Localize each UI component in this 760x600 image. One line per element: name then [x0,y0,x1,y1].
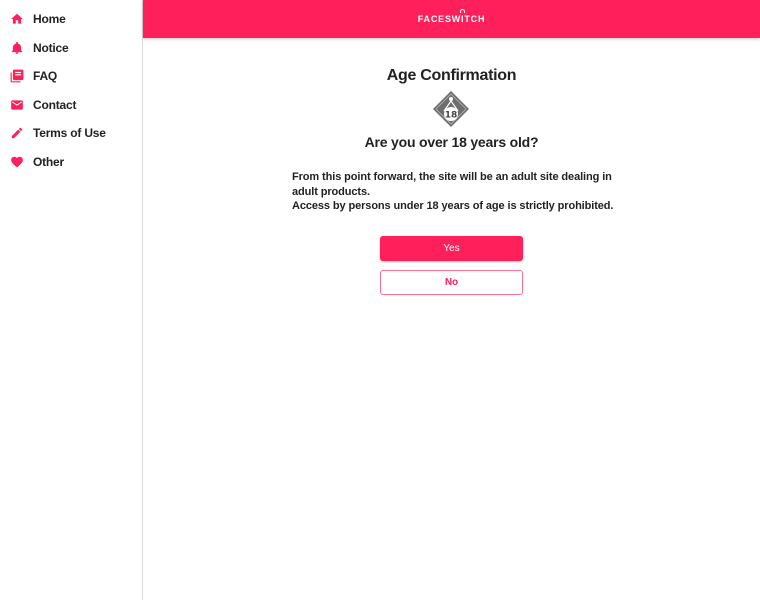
age-18-icon: 18 [433,91,469,127]
bell-icon [10,41,24,55]
age-badge-text: 18 [445,111,458,121]
pencil-icon [10,126,24,140]
age-confirmation-panel: Age Confirmation 18 Are you over 18 year… [143,38,760,600]
mail-icon [10,98,24,112]
notice-line-2: Access by persons under 18 years of age … [292,200,614,212]
logo[interactable]: FACESWITCH [417,9,486,24]
sidebar-item-label: FAQ [33,69,58,84]
sidebar-item-label: Contact [33,97,77,112]
home-icon [10,12,24,26]
sidebar-item-home[interactable]: Home [0,5,142,34]
adult-notice: From this point forward, the site will b… [292,170,622,214]
heart-icon [10,155,24,169]
sidebar-item-label: Notice [33,40,69,55]
age-question: Are you over 18 years old? [364,134,539,150]
header: FACESWITCH [143,0,760,38]
no-button[interactable]: No [380,270,523,295]
notice-line-1: From this point forward, the site will b… [292,171,612,198]
logo-text: FACESWITCH [417,14,486,24]
wifi-dot-icon [459,9,465,13]
sidebar-item-contact[interactable]: Contact [0,91,142,120]
sidebar-item-other[interactable]: Other [0,148,142,177]
sidebar-item-label: Other [33,154,65,169]
book-icon [10,69,24,83]
sidebar: Home Notice FAQ Contact Terms of Use Oth… [0,0,143,600]
sidebar-item-terms[interactable]: Terms of Use [0,119,142,148]
sidebar-item-faq[interactable]: FAQ [0,62,142,91]
sidebar-item-notice[interactable]: Notice [0,34,142,63]
sidebar-item-label: Home [33,12,66,27]
yes-button[interactable]: Yes [380,236,523,261]
sidebar-item-label: Terms of Use [33,126,106,141]
page-title: Age Confirmation [386,67,517,84]
